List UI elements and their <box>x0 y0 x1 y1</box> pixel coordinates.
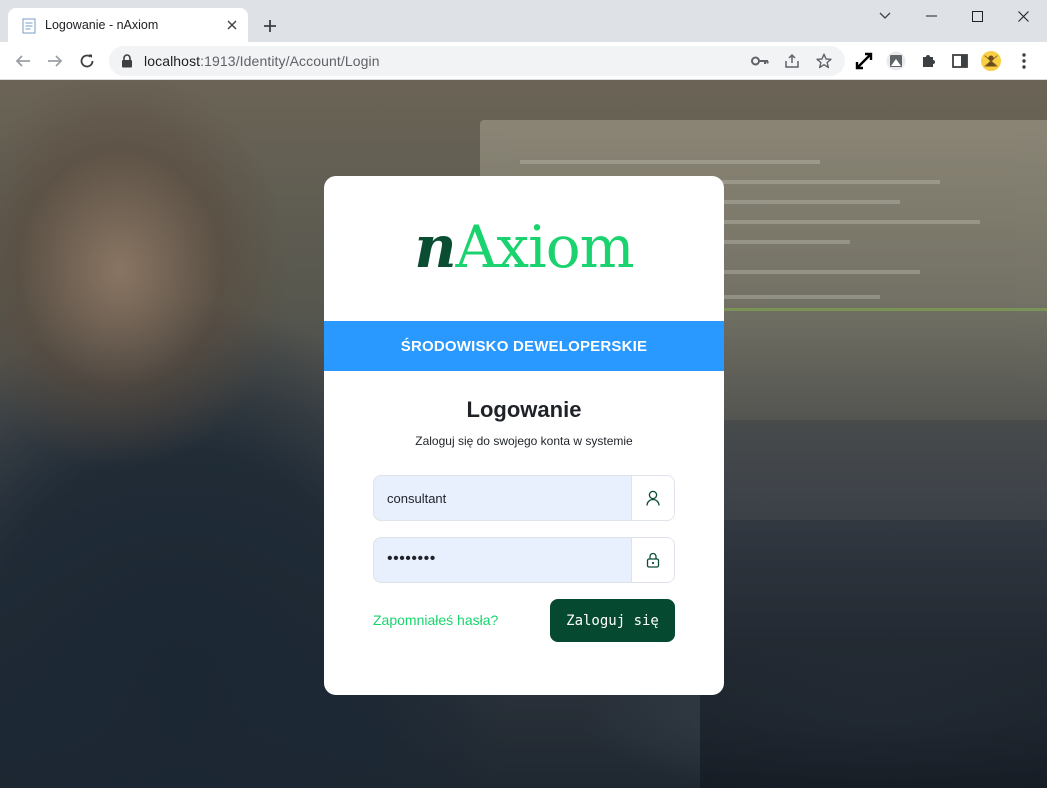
username-value[interactable]: consultant <box>387 491 446 506</box>
minimize-icon <box>925 15 937 17</box>
logo-text: Axiom <box>455 213 635 281</box>
padlock-icon <box>631 538 674 582</box>
new-tab-button[interactable] <box>258 14 282 38</box>
square-icon <box>971 10 983 22</box>
expand-arrows-icon[interactable] <box>854 51 874 71</box>
key-icon[interactable] <box>750 51 770 71</box>
url-path: :1913/Identity/Account/Login <box>200 53 380 69</box>
plus-icon <box>264 20 276 32</box>
arrow-left-icon <box>15 55 30 67</box>
browser-tab[interactable]: Logowanie - nAxiom <box>8 8 248 42</box>
profile-avatar-icon[interactable] <box>981 51 1001 71</box>
lock-icon[interactable] <box>121 54 133 68</box>
arrow-right-icon <box>48 55 63 67</box>
close-window-button[interactable] <box>1000 0 1046 32</box>
address-bar[interactable]: localhost:1913/Identity/Account/Login <box>109 46 845 76</box>
forward-button[interactable] <box>43 49 67 73</box>
url-text[interactable]: localhost:1913/Identity/Account/Login <box>144 53 380 69</box>
reload-icon <box>80 54 94 68</box>
browser-toolbar: localhost:1913/Identity/Account/Login <box>0 42 1047 80</box>
reload-button[interactable] <box>75 49 99 73</box>
x-icon <box>1017 10 1029 22</box>
login-button[interactable]: Zaloguj się <box>550 599 675 642</box>
puzzle-icon[interactable] <box>918 51 938 71</box>
page-icon <box>22 18 36 34</box>
background-desk <box>700 520 1047 788</box>
password-field[interactable]: •••••••• <box>373 537 675 583</box>
password-value[interactable]: •••••••• <box>387 550 436 568</box>
environment-banner: ŚRODOWISKO DEWELOPERSKIE <box>324 321 724 371</box>
naxiom-logo: nAxiom <box>324 218 724 276</box>
tab-search-button[interactable] <box>862 0 908 32</box>
minimize-button[interactable] <box>908 0 954 32</box>
kebab-menu-icon[interactable] <box>1014 51 1034 71</box>
maximize-button[interactable] <box>954 0 1000 32</box>
back-button[interactable] <box>11 49 35 73</box>
login-heading: Logowanie <box>466 397 582 422</box>
share-icon[interactable] <box>782 51 802 71</box>
side-panel-icon[interactable] <box>950 51 970 71</box>
logo-prefix: n <box>414 213 456 281</box>
close-icon[interactable] <box>222 15 242 35</box>
forgot-password-link[interactable]: Zapomniałeś hasła? <box>373 612 498 628</box>
login-subheading: Zaloguj się do swojego konta w systemie <box>415 434 633 448</box>
tab-title: Logowanie - nAxiom <box>45 18 159 32</box>
browser-titlebar: Logowanie - nAxiom <box>0 0 1047 42</box>
extension-icon[interactable] <box>886 51 906 71</box>
login-card: nAxiom ŚRODOWISKO DEWELOPERSKIE Logowani… <box>324 176 724 695</box>
user-icon <box>631 476 674 520</box>
chevron-down-icon <box>879 12 891 19</box>
environment-banner-text: ŚRODOWISKO DEWELOPERSKIE <box>400 337 648 355</box>
star-icon[interactable] <box>814 51 834 71</box>
username-field[interactable]: consultant <box>373 475 675 521</box>
url-host: localhost <box>144 53 201 69</box>
